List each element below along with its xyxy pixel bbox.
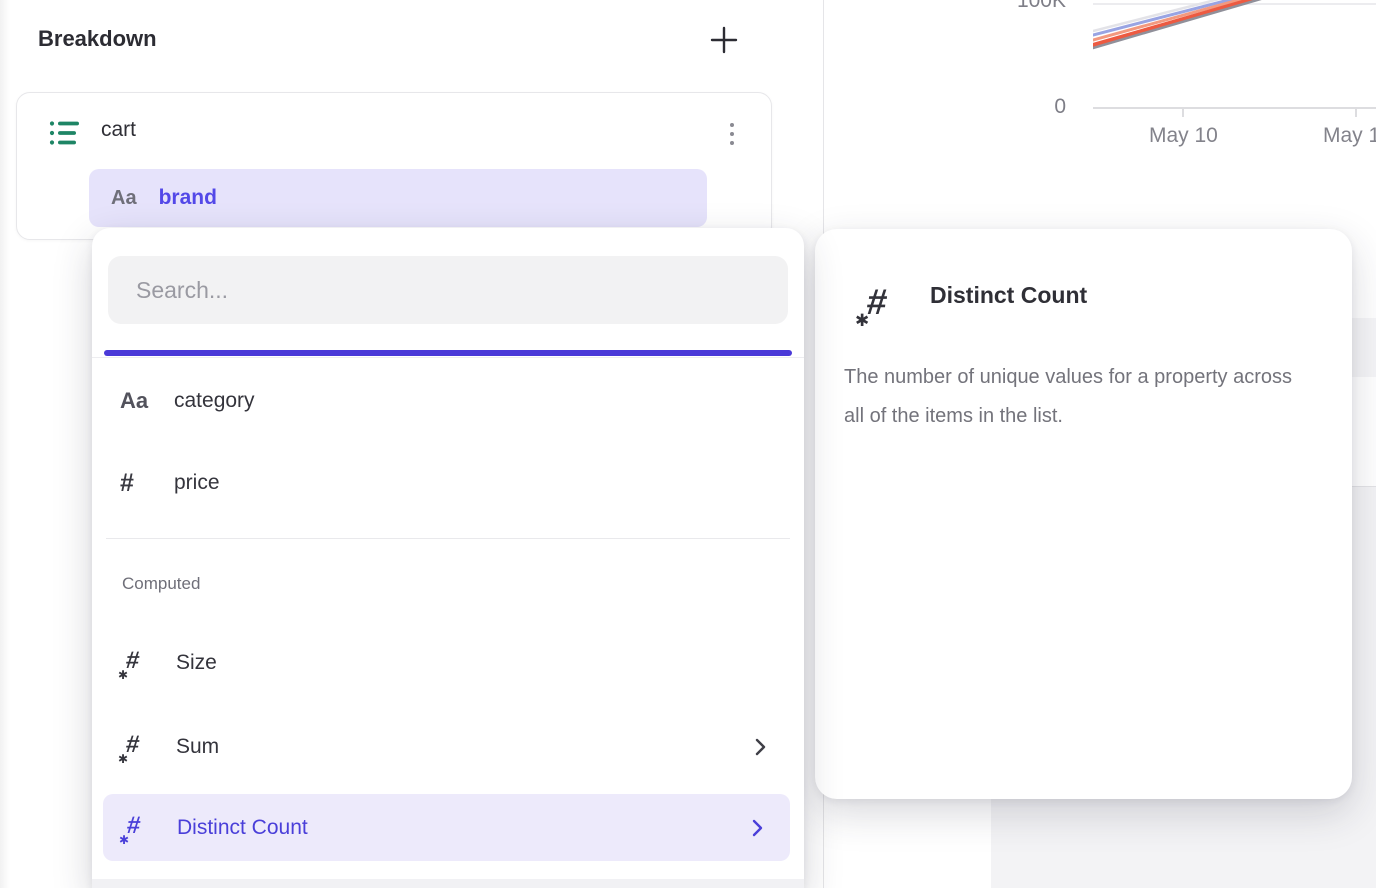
computed-section-heading: Computed xyxy=(122,574,200,594)
property-option-category[interactable]: Aa category xyxy=(92,372,804,430)
breakdown-group-card: cart Aa brand xyxy=(16,92,772,240)
dropdown-bottom-section xyxy=(92,879,804,888)
property-select-dropdown: Aa category # price Computed # ✱ Size # … xyxy=(92,228,804,888)
group-property-name: cart xyxy=(101,118,136,142)
search-box xyxy=(108,256,788,324)
string-type-icon: Aa xyxy=(120,388,174,414)
add-breakdown-button[interactable] xyxy=(706,22,742,58)
line-chart-series xyxy=(1093,0,1376,112)
tooltip-title: Distinct Count xyxy=(930,282,1087,309)
number-type-icon: # xyxy=(120,469,174,498)
selected-property-name: brand xyxy=(159,186,217,210)
chevron-right-icon xyxy=(755,738,766,756)
tooltip-description: The number of unique values for a proper… xyxy=(844,358,1316,436)
y-axis-label-100k: 100K xyxy=(986,0,1066,13)
page-edge-shadow xyxy=(0,0,10,888)
tab-bar-border xyxy=(92,357,804,358)
computed-number-icon: # ✱ xyxy=(122,647,148,679)
x-axis-label-may10: May 10 xyxy=(1149,124,1218,148)
breakdown-section-title: Breakdown xyxy=(38,26,157,52)
y-axis-label-0: 0 xyxy=(986,95,1066,119)
computed-option-distinct-count[interactable]: # ✱ Distinct Count xyxy=(103,794,790,861)
computed-number-icon: # ✱ xyxy=(122,731,148,763)
string-type-icon: Aa xyxy=(111,187,137,210)
property-option-price[interactable]: # price xyxy=(92,454,804,512)
distinct-count-tooltip: # ✱ Distinct Count The number of unique … xyxy=(815,229,1352,799)
active-tab-indicator xyxy=(104,350,792,356)
computed-number-icon: # ✱ xyxy=(859,281,899,329)
x-axis-label-may11: May 11 xyxy=(1323,124,1376,148)
selected-breakdown-property[interactable]: Aa brand xyxy=(89,169,707,227)
group-options-button[interactable] xyxy=(723,117,741,151)
search-input[interactable] xyxy=(108,256,788,324)
computed-option-size[interactable]: # ✱ Size xyxy=(92,634,804,692)
computed-number-icon: # ✱ xyxy=(123,812,149,844)
chevron-right-icon xyxy=(752,819,763,837)
list-property-icon xyxy=(49,119,81,147)
computed-option-sum[interactable]: # ✱ Sum xyxy=(92,718,804,776)
section-divider xyxy=(106,538,790,539)
plus-icon xyxy=(710,26,738,54)
